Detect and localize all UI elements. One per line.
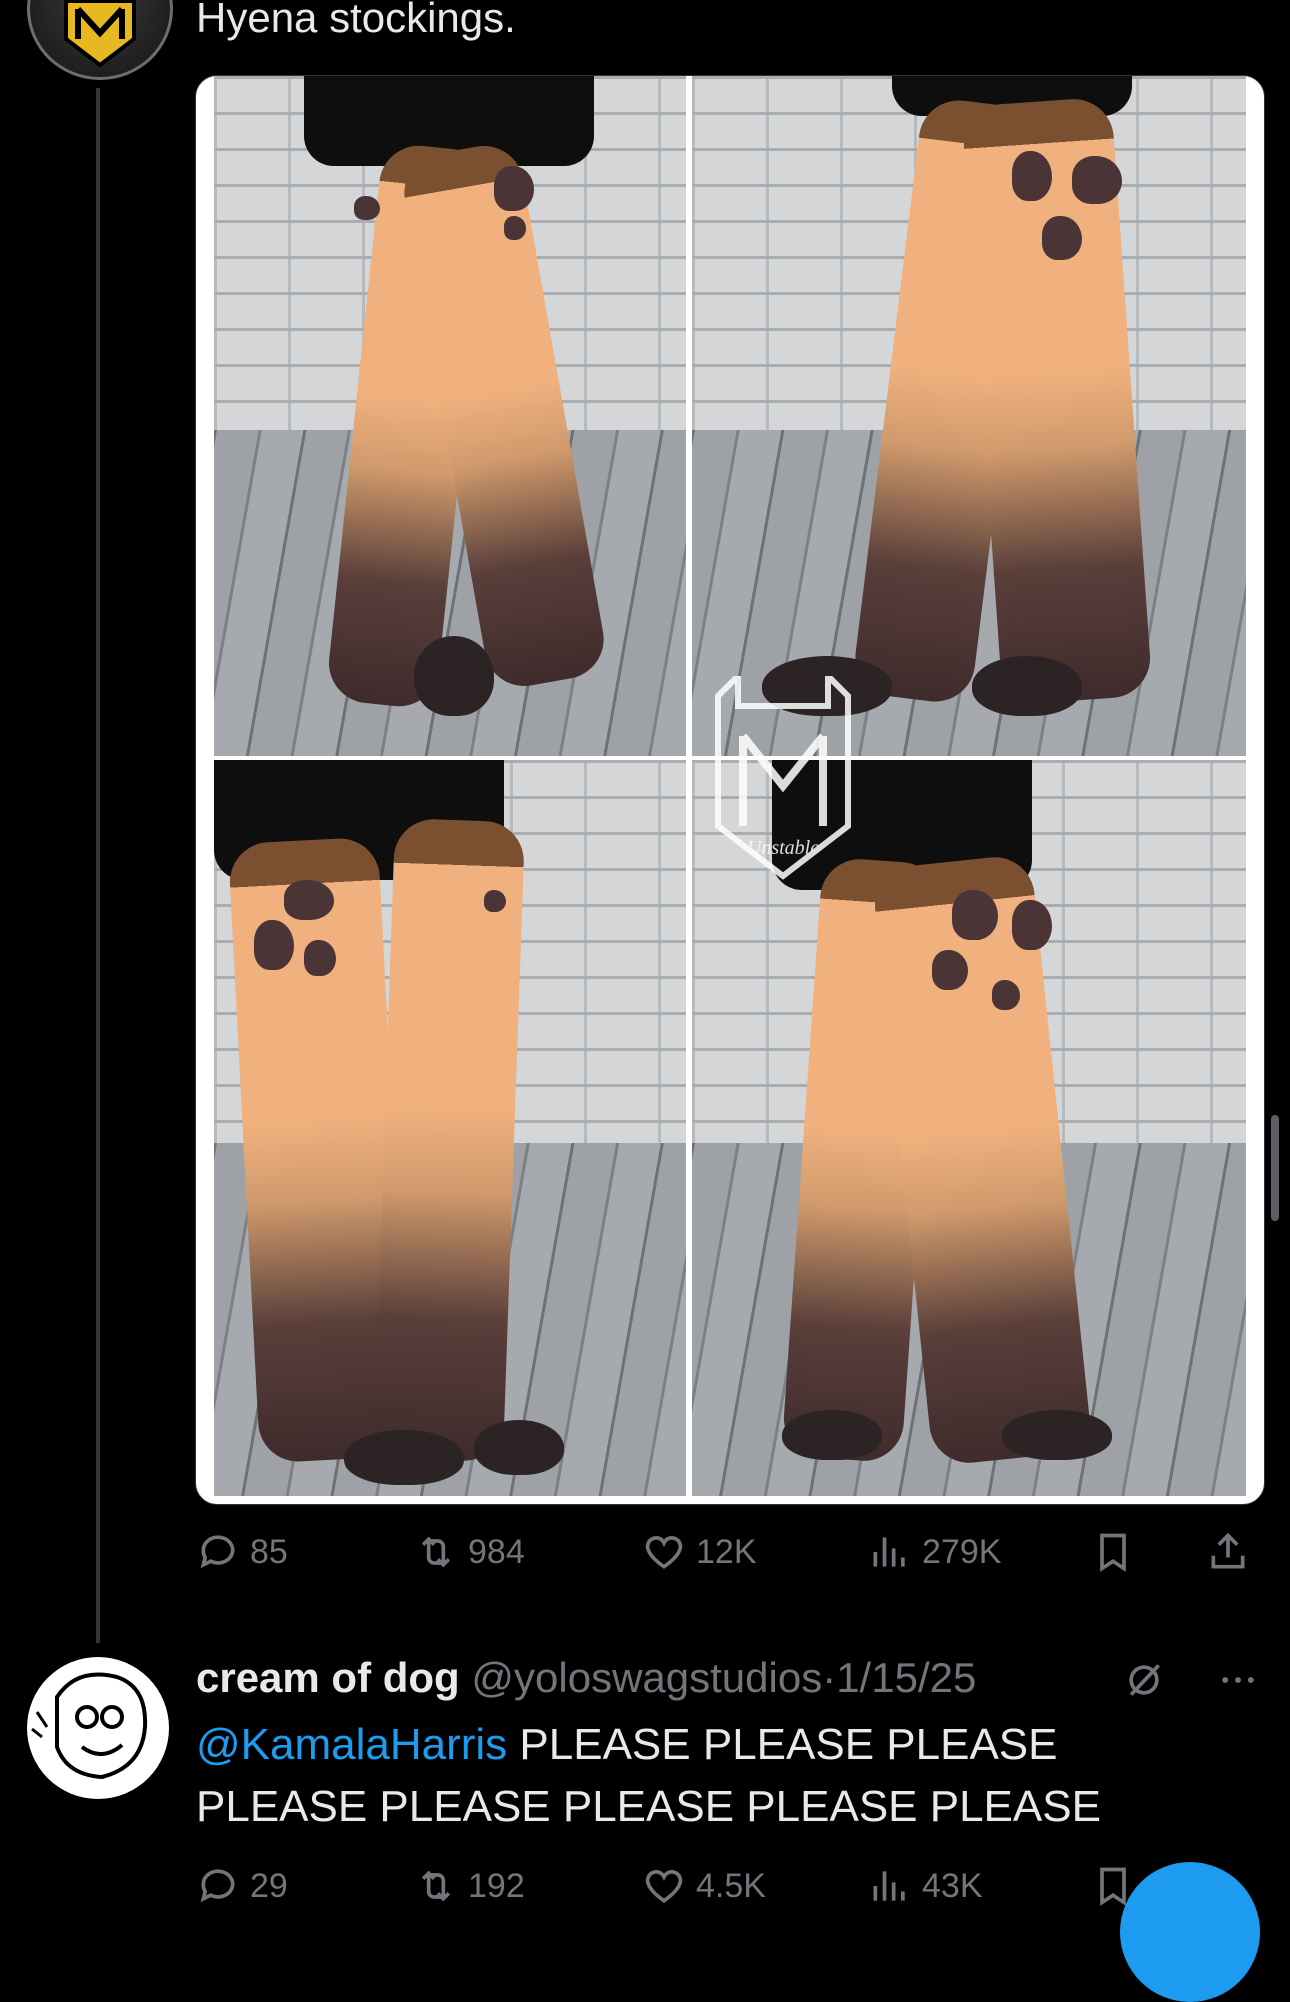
svg-text:Unstable: Unstable [747,837,819,859]
views-button[interactable]: 279K [868,1530,1001,1574]
thread-line [96,88,100,1643]
reply-author-avatar[interactable] [27,1657,169,1799]
author-avatar[interactable] [27,0,173,80]
reply-reply-count: 29 [250,1866,288,1905]
like-count: 12K [696,1532,757,1571]
scrollbar-thumb[interactable] [1271,1115,1279,1221]
reply-button[interactable]: 85 [196,1530,288,1574]
reply-display-name[interactable]: cream of dog [196,1654,460,1701]
reply-icon [200,1869,235,1903]
reply-text: @KamalaHarris PLEASE PLEASE PLEASE PLEAS… [196,1714,1196,1838]
tweet-actions: 85 984 12K 279K [196,1530,1256,1574]
media-photo-1 [214,76,686,756]
reply-date[interactable]: 1/15/25 [836,1654,976,1701]
mention-link[interactable]: @KamalaHarris [196,1720,507,1769]
reply-icon [200,1535,235,1569]
reply-header: cream of dog @yoloswagstudios·1/15/25 [196,1652,976,1704]
bookmark-icon [1100,1533,1126,1572]
repost-icon [421,1870,451,1902]
shield-logo-icon [64,0,136,68]
bookmark-button[interactable] [1091,1530,1135,1574]
share-button[interactable] [1206,1530,1250,1574]
reply-like-button[interactable]: 4.5K [642,1864,766,1908]
views-icon [873,1871,905,1901]
heart-icon [645,1870,683,1903]
reply-header-icons [1122,1658,1260,1702]
views-icon [873,1537,905,1567]
cartoon-dog-avatar-icon [28,1658,168,1798]
grok-icon[interactable] [1122,1658,1166,1702]
share-icon [1211,1532,1245,1569]
reply-views-count: 43K [922,1866,983,1905]
reply-reply-button[interactable]: 29 [196,1864,288,1908]
heart-icon [645,1536,683,1569]
repost-count: 984 [468,1532,525,1571]
unstable-watermark-icon: Unstable [715,676,851,880]
reply-repost-count: 192 [468,1866,525,1905]
media-photo-2 [692,76,1246,756]
tweet-text: Hyena stockings. [196,0,516,41]
reply-count: 85 [250,1532,288,1571]
repost-icon [421,1536,451,1568]
repost-button[interactable]: 984 [414,1530,525,1574]
reply-views-button[interactable]: 43K [868,1864,983,1908]
reply-repost-button[interactable]: 192 [414,1864,525,1908]
like-button[interactable]: 12K [642,1530,757,1574]
views-count: 279K [922,1532,1002,1571]
reply-like-count: 4.5K [696,1866,766,1905]
reply-separator: · [822,1654,837,1701]
more-options-icon[interactable] [1216,1658,1260,1702]
compose-button[interactable] [1120,1862,1260,2002]
tweet-media[interactable]: Unstable [195,75,1265,1505]
reply-handle[interactable]: @yoloswagstudios [471,1654,822,1701]
reply-actions: 29 192 4.5K 43K [196,1864,1256,1908]
media-photo-3 [214,760,686,1496]
